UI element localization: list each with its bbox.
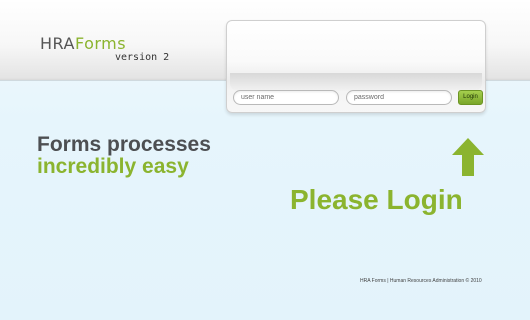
version-label: version 2 xyxy=(115,52,170,63)
login-panel-shade xyxy=(230,73,482,91)
footer-text: HRA Forms | Human Resources Administrati… xyxy=(360,278,482,284)
username-input[interactable] xyxy=(233,90,339,105)
logo-hra: HRA xyxy=(40,34,75,53)
please-login-heading: Please Login xyxy=(290,184,463,215)
password-input[interactable] xyxy=(346,90,452,105)
logo-forms: Forms xyxy=(74,34,127,53)
login-button[interactable]: Login xyxy=(458,90,483,105)
arrow-up-icon xyxy=(452,138,484,176)
tagline-line2: incredibly easy xyxy=(37,155,189,178)
tagline-line1: Forms processes xyxy=(37,133,211,156)
logo: HRAForms xyxy=(40,36,126,52)
